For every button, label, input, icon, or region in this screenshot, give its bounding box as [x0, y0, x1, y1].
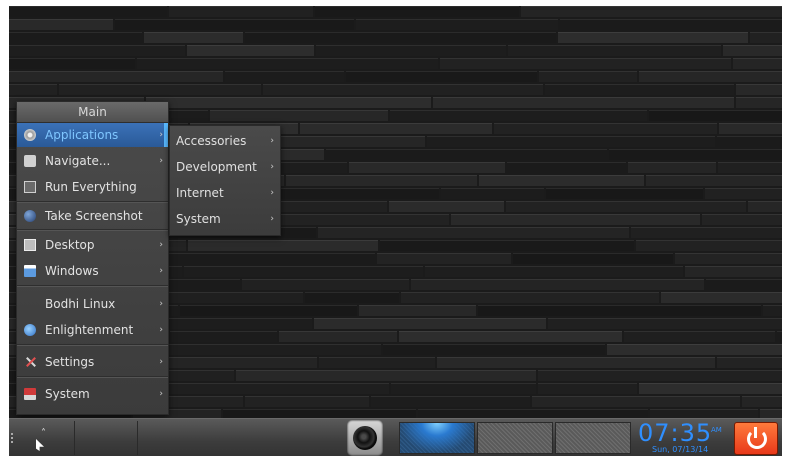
desktop-icon: [24, 239, 36, 251]
clock-time: 07:35: [638, 419, 713, 447]
menu-item-navigate[interactable]: Navigate... ›: [17, 149, 168, 173]
applications-submenu: Accessories › Development › Internet › S…: [169, 125, 281, 236]
menu-item-label: System: [45, 387, 90, 401]
screenshot-icon: [24, 210, 36, 222]
chevron-right-icon: ›: [159, 299, 163, 309]
chevron-up-icon: ˄: [41, 428, 46, 439]
chevron-right-icon: ›: [159, 266, 163, 276]
menu-item-label: Desktop: [45, 238, 95, 252]
submenu-item-label: Development: [176, 160, 257, 174]
system-icon: [24, 388, 36, 400]
menu-item-label: Settings: [45, 355, 95, 369]
submenu-item-label: Internet: [176, 186, 224, 200]
chevron-right-icon: ›: [159, 240, 163, 250]
gear-icon: [24, 129, 36, 141]
menu-separator: [17, 285, 168, 287]
menu-separator: [17, 344, 168, 346]
navigate-icon: [24, 155, 36, 167]
chevron-right-icon: ›: [159, 389, 163, 399]
windows-icon: [24, 265, 36, 277]
menu-item-applications[interactable]: Applications ›: [17, 123, 168, 147]
menu-item-label: Run Everything: [45, 180, 137, 194]
chevron-right-icon: ›: [270, 188, 274, 198]
menu-item-take-screenshot[interactable]: Take Screenshot: [17, 204, 168, 228]
menu-item-desktop[interactable]: Desktop ›: [17, 233, 168, 257]
shelf-empty-slot: [75, 421, 138, 455]
menu-item-label: Take Screenshot: [45, 209, 143, 223]
menu-item-windows[interactable]: Windows ›: [17, 259, 168, 283]
clock-ampm: AM: [711, 426, 722, 434]
start-launcher-button[interactable]: ˄: [19, 421, 75, 455]
menu-item-label: Bodhi Linux: [45, 297, 116, 311]
submenu-item-development[interactable]: Development ›: [170, 154, 280, 180]
enlightenment-icon: [24, 324, 36, 336]
mouse-cursor-icon: [36, 439, 44, 451]
settings-icon: [24, 356, 36, 368]
run-everything-icon: [24, 181, 36, 193]
menu-item-run-everything[interactable]: Run Everything: [17, 175, 168, 199]
menu-item-label: Navigate...: [45, 154, 111, 168]
volume-speaker-icon[interactable]: [347, 420, 383, 456]
submenu-item-label: System: [176, 212, 221, 226]
clock-date: Sun, 07/13/14: [652, 445, 709, 454]
menu-separator: [17, 376, 168, 378]
menu-item-settings[interactable]: Settings ›: [17, 350, 168, 374]
submenu-item-label: Accessories: [176, 134, 247, 148]
bottom-shelf: ˄ 07:35 AM Sun, 07/13/14: [9, 418, 782, 456]
chevron-right-icon: ›: [270, 162, 274, 172]
menu-item-label: Applications: [45, 128, 119, 142]
menu-item-bodhi-linux[interactable]: Bodhi Linux ›: [17, 292, 168, 316]
main-menu: Main Applications › Navigate... › Run Ev…: [16, 101, 169, 415]
workspace-pager-2[interactable]: [477, 422, 553, 454]
chevron-right-icon: ›: [159, 357, 163, 367]
menu-item-label: Windows: [45, 264, 99, 278]
desktop-screen: Main Applications › Navigate... › Run Ev…: [9, 6, 782, 456]
submenu-item-system[interactable]: System ›: [170, 206, 280, 232]
chevron-right-icon: ›: [159, 130, 163, 140]
clock-widget[interactable]: 07:35 AM Sun, 07/13/14: [638, 419, 730, 455]
menu-item-enlightenment[interactable]: Enlightenment ›: [17, 318, 168, 342]
chevron-right-icon: ›: [159, 156, 163, 166]
workspace-pager-1[interactable]: [399, 422, 475, 454]
submenu-item-accessories[interactable]: Accessories ›: [170, 128, 280, 154]
menu-separator: [17, 229, 168, 231]
shelf-grip-handle[interactable]: [11, 433, 13, 445]
menu-item-label: Enlightenment: [45, 323, 134, 337]
chevron-right-icon: ›: [270, 214, 274, 224]
power-button[interactable]: [734, 422, 778, 455]
main-menu-title: Main: [17, 102, 168, 123]
menu-item-system[interactable]: System ›: [17, 382, 168, 406]
workspace-pager-3[interactable]: [555, 422, 631, 454]
chevron-right-icon: ›: [270, 136, 274, 146]
submenu-item-internet[interactable]: Internet ›: [170, 180, 280, 206]
chevron-right-icon: ›: [159, 325, 163, 335]
menu-separator: [17, 201, 168, 203]
